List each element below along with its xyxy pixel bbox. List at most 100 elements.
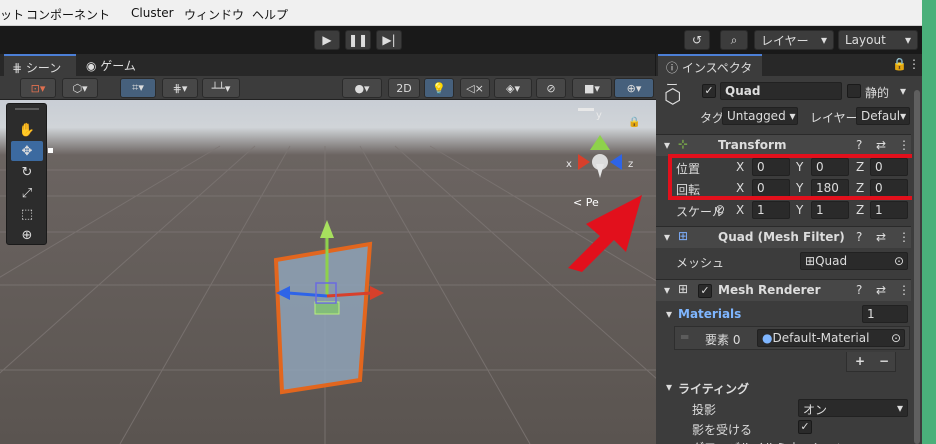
foldout-arrow-icon[interactable]: ▾ — [666, 307, 672, 321]
lock-icon[interactable]: 🔒 — [628, 116, 640, 128]
selected-quad[interactable] — [273, 241, 373, 395]
camera-icon: ■▾ — [584, 81, 600, 95]
inspector-scrollbar[interactable] — [912, 76, 922, 444]
gizmos-button[interactable]: ⊕▾ — [614, 78, 654, 98]
increment-snap-button[interactable]: ┴┴▾ — [202, 78, 240, 98]
foldout-arrow-icon[interactable]: ▾ — [664, 138, 670, 152]
menu-item-window[interactable]: ウィンドウ — [184, 6, 244, 23]
foldout-arrow-icon[interactable]: ▾ — [664, 230, 670, 244]
preset-icon[interactable]: ⇄ — [876, 283, 886, 297]
panel-resize-handle[interactable] — [48, 148, 53, 153]
scale-y-field[interactable]: 1 — [811, 201, 849, 219]
mesh-renderer-header[interactable]: ▾ ⊞ ✓ Mesh Renderer ? ⇄ ⋮ — [656, 279, 911, 301]
drag-handle-icon[interactable]: ═ — [681, 330, 688, 344]
menu-item-help[interactable]: ヘルプ — [252, 6, 288, 23]
transform-header[interactable]: ▾ ⊹ Transform ? ⇄ ⋮ — [656, 134, 911, 156]
transform-tool[interactable]: ⊕ — [11, 225, 43, 245]
scene-canvas[interactable]: y x z < Pe 🔒 — [0, 100, 656, 444]
play-button[interactable]: ▶ — [314, 30, 340, 50]
kebab-menu-icon[interactable]: ⋮ — [898, 283, 910, 297]
mesh-filter-header[interactable]: ▾ ⊞ Quad (Mesh Filter) ? ⇄ ⋮ — [656, 226, 911, 248]
menu-item-component[interactable]: コンポーネント — [26, 6, 110, 23]
lighting-toggle[interactable]: 💡 — [424, 78, 454, 98]
mesh-renderer-icon: ⊞ — [678, 282, 689, 296]
preset-icon[interactable]: ⇄ — [876, 138, 886, 152]
tab-scene[interactable]: ⋕ シーン — [4, 54, 76, 76]
link-icon[interactable]: ⊘ — [715, 202, 725, 216]
scale-z-field[interactable]: 1 — [870, 201, 908, 219]
menu-item-cluster[interactable]: Cluster — [131, 6, 174, 20]
chevron-down-icon[interactable]: ▾ — [900, 84, 906, 98]
camera-button[interactable]: ■▾ — [572, 78, 612, 98]
drag-handle[interactable] — [15, 108, 39, 110]
shading-mode-button[interactable]: ●▾ — [342, 78, 382, 98]
foldout-arrow-icon[interactable]: ▾ — [664, 283, 670, 297]
scale-y-label[interactable]: Y — [796, 203, 803, 217]
materials-label[interactable]: Materials — [678, 307, 741, 321]
tab-inspector[interactable]: ⓘ インスペクター — [658, 54, 762, 92]
mesh-field[interactable]: ⊞Quad ⊙ — [800, 252, 908, 270]
receive-shadows-checkbox[interactable]: ✓ — [798, 420, 812, 434]
visibility-toggle[interactable]: ⊘ — [536, 78, 566, 98]
materials-count-field[interactable]: 1 — [862, 305, 908, 323]
object-picker-icon[interactable]: ⊙ — [894, 254, 904, 268]
material-field[interactable]: ●Default-Material ⊙ — [757, 329, 905, 347]
object-picker-icon[interactable]: ⊙ — [891, 331, 901, 345]
history-button[interactable]: ↺ — [684, 30, 710, 50]
step-button[interactable]: ▶| — [376, 30, 402, 50]
audio-toggle[interactable]: ◁× — [460, 78, 490, 98]
move-icon: ✥ — [21, 143, 33, 159]
grid-snap-button[interactable]: ⋕▾ — [162, 78, 198, 98]
play-icon: ▶ — [322, 33, 332, 47]
scrollbar-thumb[interactable] — [914, 90, 920, 444]
xz-plane-handle[interactable] — [314, 301, 340, 315]
orientation-gizmo[interactable]: y x z < Pe 🔒 — [566, 108, 640, 209]
tag-dropdown[interactable]: Untagged ▾ — [722, 107, 798, 125]
search-button[interactable]: ⌕ — [720, 30, 748, 50]
mesh-renderer-enabled-checkbox[interactable]: ✓ — [698, 284, 712, 298]
perspective-label[interactable]: < Pe — [573, 196, 599, 209]
effects-button[interactable]: ◈▾ — [494, 78, 532, 98]
active-checkbox[interactable]: ✓ — [702, 84, 716, 98]
rotate-tool[interactable]: ↻ — [11, 162, 43, 182]
x-axis-arrow[interactable] — [370, 286, 384, 300]
element-label: 要素 0 — [705, 333, 741, 347]
scale-x-field[interactable]: 1 — [752, 201, 790, 219]
help-icon[interactable]: ? — [856, 138, 862, 152]
kebab-menu-icon[interactable]: ⋮ — [898, 230, 910, 244]
scale-tool[interactable]: ⤢ — [11, 183, 43, 203]
lighting-label[interactable]: ライティング — [678, 380, 749, 397]
draw-mode-button[interactable]: ⊡▾ — [20, 78, 56, 98]
layer-dropdown[interactable]: Defaul▾ — [856, 107, 910, 125]
add-element-button[interactable]: + — [855, 354, 865, 368]
remove-element-button[interactable]: − — [879, 354, 889, 368]
menu-item-edit[interactable]: ット — [0, 6, 24, 23]
rect-tool[interactable]: ⬚ — [11, 204, 43, 224]
move-tool[interactable]: ✥ — [11, 141, 43, 161]
help-icon[interactable]: ? — [856, 230, 862, 244]
kebab-menu-icon[interactable]: ⋮ — [908, 57, 920, 71]
lock-icon[interactable]: 🔒 — [892, 57, 907, 71]
hand-tool[interactable]: ✋ — [11, 120, 43, 140]
kebab-menu-icon[interactable]: ⋮ — [898, 138, 910, 152]
receive-shadows-label: 影を受ける — [692, 423, 753, 437]
mesh-filter-icon: ⊞ — [678, 229, 689, 243]
scale-x-label[interactable]: X — [736, 203, 744, 217]
y-axis-arrow[interactable] — [320, 220, 334, 238]
scene-viewport[interactable]: y x z < Pe 🔒 — [0, 100, 656, 444]
object-name-field[interactable]: Quad — [720, 82, 842, 100]
help-icon[interactable]: ? — [856, 283, 862, 297]
layout-dropdown[interactable]: Layout ▾ — [838, 30, 918, 50]
static-checkbox[interactable] — [847, 84, 861, 98]
scale-z-label[interactable]: Z — [856, 203, 864, 217]
mode-2d-button[interactable]: 2D — [388, 78, 420, 98]
move-snap-button[interactable]: ⌗▾ — [120, 78, 156, 98]
gizmo-menu-icon[interactable] — [578, 108, 594, 111]
tab-game[interactable]: ◉ ゲーム — [78, 54, 150, 76]
cast-shadows-dropdown[interactable]: オン ▾ — [798, 399, 908, 417]
pivot-button[interactable]: ⬡▾ — [62, 78, 98, 98]
preset-icon[interactable]: ⇄ — [876, 230, 886, 244]
foldout-arrow-icon[interactable]: ▾ — [666, 380, 672, 394]
pause-button[interactable]: ❚❚ — [345, 30, 371, 50]
layers-dropdown[interactable]: レイヤー ▾ — [754, 30, 834, 50]
